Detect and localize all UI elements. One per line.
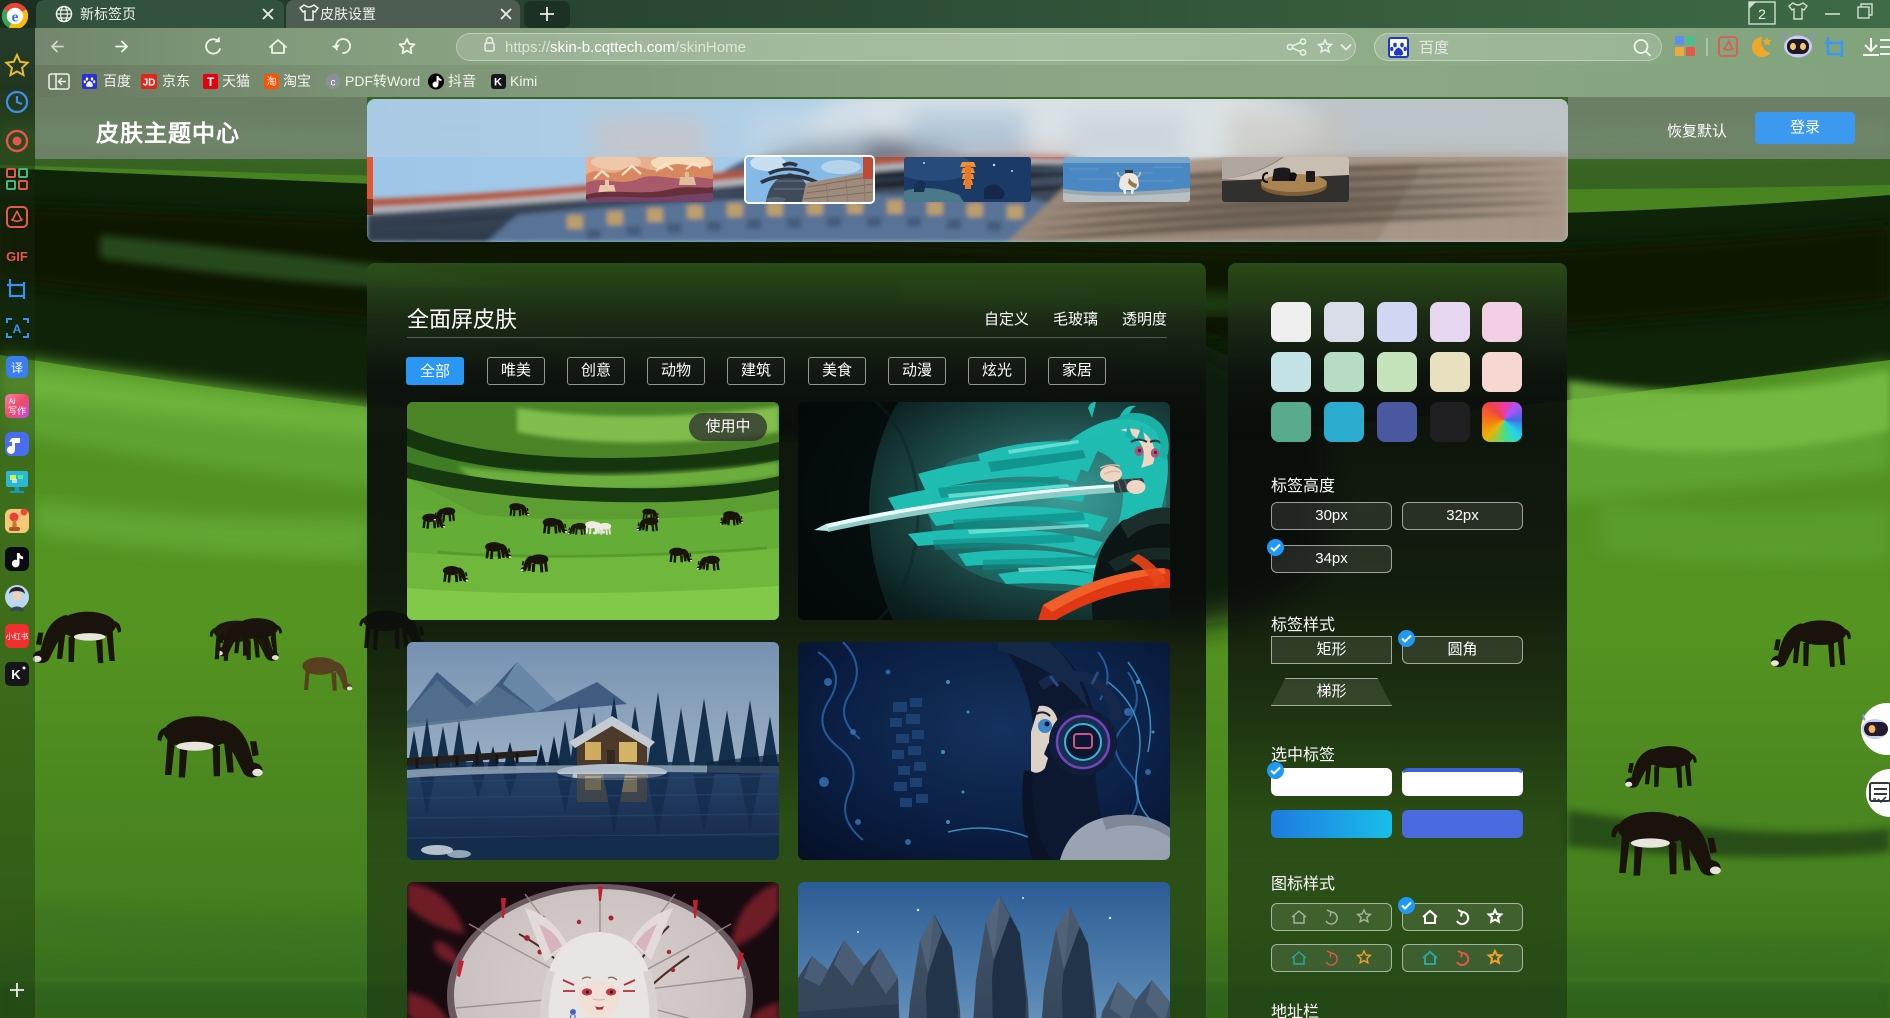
svg-text:淘: 淘 xyxy=(267,75,277,88)
svg-text:K: K xyxy=(494,77,502,89)
svg-text:T: T xyxy=(207,75,215,89)
svg-text:K: K xyxy=(11,667,21,682)
svg-text:天猫: 天猫 xyxy=(222,73,250,89)
svg-text:京东: 京东 xyxy=(162,73,190,89)
svg-text:译: 译 xyxy=(11,361,23,375)
svg-text:百度: 百度 xyxy=(103,73,131,89)
svg-text:新标签页: 新标签页 xyxy=(80,6,136,22)
svg-text:A: A xyxy=(13,322,22,336)
svg-text:JD: JD xyxy=(143,78,156,89)
svg-text:百度: 百度 xyxy=(1419,40,1449,57)
svg-text:PDF转Word: PDF转Word xyxy=(345,73,420,89)
svg-text:写作: 写作 xyxy=(8,405,26,416)
svg-text:抖音: 抖音 xyxy=(448,73,476,89)
svg-text:c: c xyxy=(331,78,336,89)
svg-text:淘宝: 淘宝 xyxy=(283,73,311,89)
svg-text:Kimi: Kimi xyxy=(510,73,537,89)
svg-text:https://skin-b.cqttech.com/ski: https://skin-b.cqttech.com/skinHome xyxy=(505,39,746,56)
svg-text:小红书: 小红书 xyxy=(6,631,29,641)
svg-text:2: 2 xyxy=(1758,6,1766,22)
svg-text:皮肤设置: 皮肤设置 xyxy=(320,6,376,22)
svg-text:e: e xyxy=(12,10,19,26)
svg-text:GIF: GIF xyxy=(6,249,28,264)
svg-text:Ai: Ai xyxy=(8,397,15,406)
